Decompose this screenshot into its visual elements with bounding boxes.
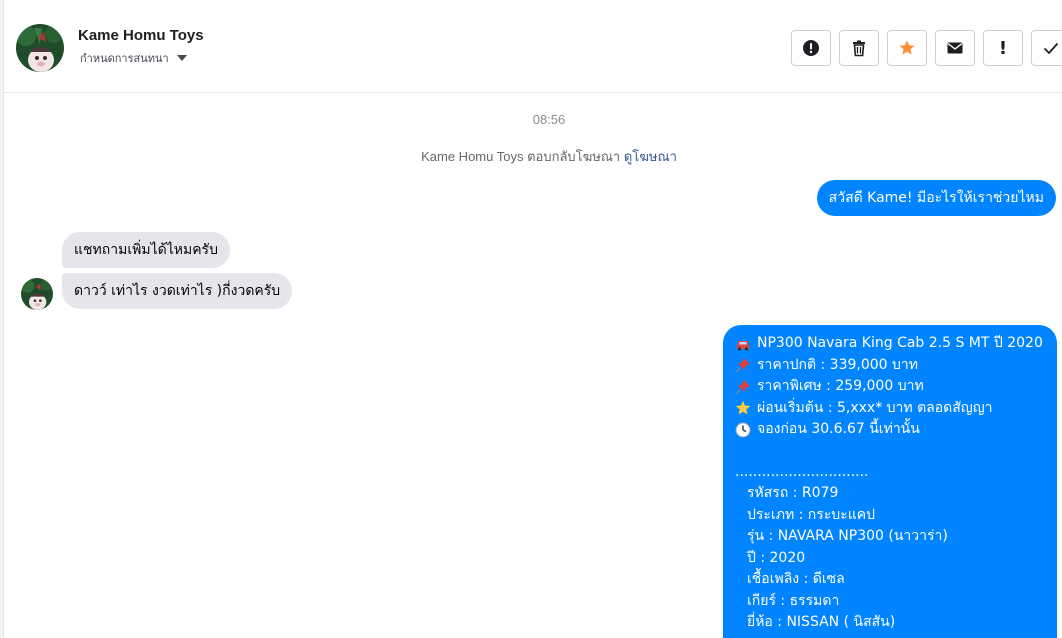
envelope-icon	[947, 42, 963, 54]
sender-avatar[interactable]	[21, 278, 53, 310]
left-panel-edge	[0, 0, 4, 638]
sender-avatar-image	[21, 278, 53, 310]
offer-line-text: ราคาปกติ : 339,000 บาท	[757, 356, 918, 373]
offer-detail: เชื้อเพลิง : ดีเซล	[747, 571, 845, 587]
offer-detail: ยี่ห้อ : NISSAN ( นิสสัน)	[747, 614, 896, 630]
offer-line: ราคาพิเศษ : 259,000 บาท	[735, 376, 1045, 398]
pushpin-icon	[735, 358, 750, 373]
offer-detail: รุ่น : NAVARA NP300 (นาวาร่า)	[747, 528, 948, 544]
offer-separator: ..............................	[735, 463, 869, 480]
checkmark-icon	[1043, 42, 1059, 55]
conversation-toolbar: !	[791, 30, 1062, 66]
message-timestamp: 08:56	[532, 112, 566, 127]
offer-line-text: ราคาพิเศษ : 259,000 บาท	[757, 378, 924, 394]
view-ad-link[interactable]: ดูโฆษณา	[624, 149, 677, 164]
delete-button[interactable]	[839, 30, 879, 66]
car-icon	[737, 340, 749, 351]
offer-detail: ประเภท : กระบะแคป	[747, 506, 875, 523]
exclamation-icon: !	[998, 37, 1008, 59]
star-shape	[899, 40, 915, 55]
offer-line: NP300 Navara King Cab 2.5 S MT ปี 2020	[735, 333, 1045, 355]
offer-line: ผ่อนเริ่มต้น : 5,xxx* บาท ตลอดสัญญา	[735, 398, 1045, 420]
assign-conversation-dropdown[interactable]: กำหนดการสนทนา	[80, 49, 187, 67]
offer-detail: เกียร์ : ธรรมดา	[747, 592, 840, 609]
star-icon	[735, 401, 751, 415]
page-name[interactable]: Kame Homu Toys	[78, 27, 204, 44]
offer-message[interactable]: NP300 Navara King Cab 2.5 S MT ปี 2020 ร…	[723, 325, 1057, 638]
mark-done-button[interactable]	[1031, 30, 1062, 66]
mark-unread-button[interactable]	[935, 30, 975, 66]
star-icon	[899, 40, 915, 55]
incoming-message[interactable]: แชทถามเพิ่มได้ไหมครับ	[62, 232, 230, 268]
incoming-message[interactable]: ดาวว์ เท่าไร งวดเท่าไร )กี่งวดครับ	[62, 273, 293, 309]
trash-icon	[853, 40, 865, 57]
offer-line-text: NP300 Navara King Cab 2.5 S MT ปี 2020	[757, 335, 1043, 351]
ad-reply-notice: Kame Homu Toys ตอบกลับโฆษณา ดูโฆษณา	[0, 146, 1062, 167]
chevron-down-icon	[176, 55, 187, 61]
offer-detail: รหัสรถ : R079	[747, 485, 839, 501]
offer-line: ราคาปกติ : 339,000 บาท	[735, 355, 1045, 377]
avatar-image	[16, 24, 64, 72]
conversation-header: Kame Homu Toys กำหนดการสนทนา !	[4, 0, 1062, 93]
clock-icon	[735, 422, 751, 438]
offer-line-text: ผ่อนเริ่มต้น : 5,xxx* บาท ตลอดสัญญา	[757, 399, 993, 416]
outgoing-message[interactable]: สวัสดี Kame! มีอะไรให้เราช่วยไหม	[816, 180, 1056, 216]
offer-detail: ปี : 2020	[747, 549, 806, 566]
avatar[interactable]	[16, 24, 64, 72]
offer-line-text: จองก่อน 30.6.67 นี้เท่านั้น	[757, 421, 920, 437]
ad-reply-text: Kame Homu Toys ตอบกลับโฆษณา	[421, 149, 621, 164]
pushpin-icon	[735, 379, 750, 395]
assign-label: กำหนดการสนทนา	[80, 53, 169, 65]
star-button[interactable]	[887, 30, 927, 66]
offer-line: จองก่อน 30.6.67 นี้เท่านั้น	[735, 419, 1045, 441]
mark-spam-button[interactable]: !	[983, 30, 1023, 66]
report-button[interactable]	[791, 30, 831, 66]
alert-circle-icon	[803, 40, 819, 56]
